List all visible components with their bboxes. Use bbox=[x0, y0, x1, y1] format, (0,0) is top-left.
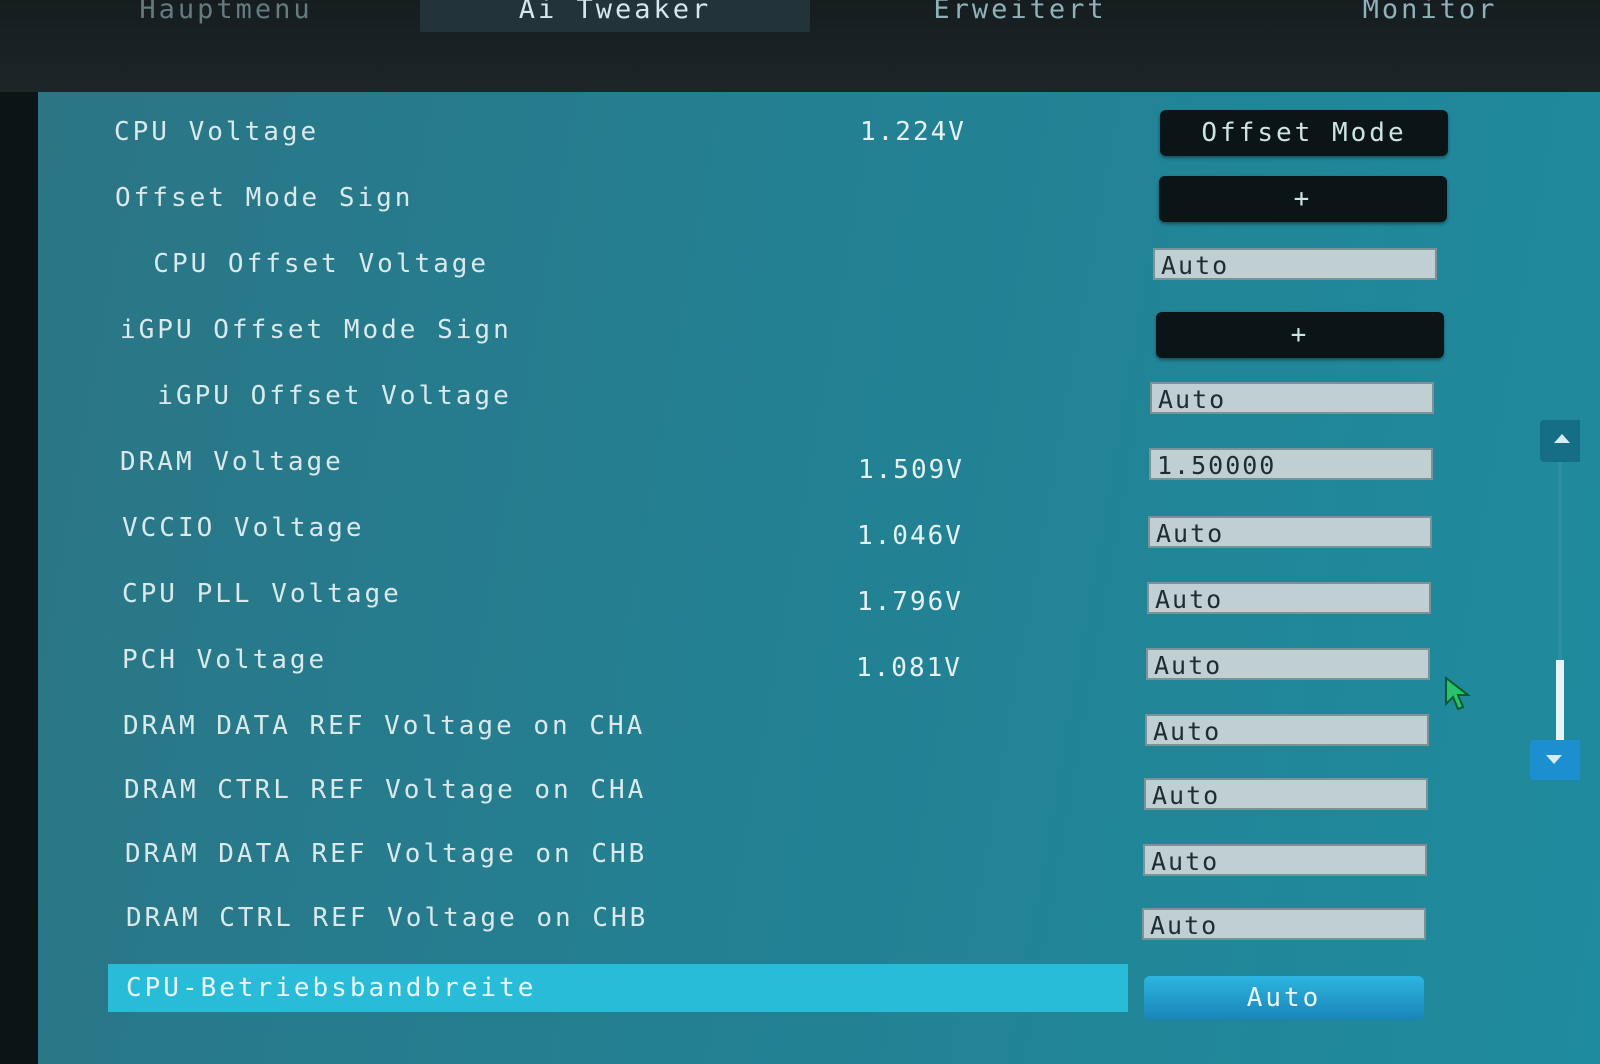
scrollbar-thumb[interactable] bbox=[1556, 660, 1564, 740]
setting-label: VCCIO Voltage bbox=[122, 513, 365, 543]
selected-setting-label: CPU-Betriebsbandbreite bbox=[126, 973, 537, 1003]
tab-bar: Hauptmenü Ai Tweaker Erweitert Monitor bbox=[0, 0, 1600, 92]
setting-row-vccio-voltage[interactable]: VCCIO Voltage 1.046V Auto bbox=[38, 498, 1538, 558]
setting-label: CPU PLL Voltage bbox=[122, 579, 402, 609]
setting-label: DRAM DATA REF Voltage on CHA bbox=[123, 711, 646, 741]
dram-data-ref-chb-field[interactable]: Auto bbox=[1143, 844, 1427, 876]
igpu-offset-sign-button[interactable]: + bbox=[1156, 312, 1444, 358]
setting-row-igpu-offset-voltage[interactable]: iGPU Offset Voltage Auto bbox=[38, 366, 1538, 426]
dram-data-ref-cha-field[interactable]: Auto bbox=[1145, 714, 1429, 746]
cpu-pll-voltage-field[interactable]: Auto bbox=[1147, 582, 1431, 614]
setting-row-pch-voltage[interactable]: PCH Voltage 1.081V Auto bbox=[38, 630, 1538, 690]
cpu-betriebsbandbreite-button[interactable]: Auto bbox=[1144, 976, 1424, 1020]
vccio-voltage-field[interactable]: Auto bbox=[1148, 516, 1432, 548]
cpu-voltage-mode-button[interactable]: Offset Mode bbox=[1160, 110, 1448, 156]
setting-row-dram-voltage[interactable]: DRAM Voltage 1.509V 1.50000 bbox=[38, 432, 1538, 492]
tab-erweitert[interactable]: Erweitert bbox=[900, 0, 1140, 32]
scroll-up-icon[interactable] bbox=[1540, 420, 1580, 462]
current-value: 1.796V bbox=[857, 587, 963, 617]
setting-label: iGPU Offset Mode Sign bbox=[120, 315, 512, 345]
igpu-offset-voltage-field[interactable]: Auto bbox=[1150, 382, 1434, 414]
setting-row-dram-data-ref-chb[interactable]: DRAM DATA REF Voltage on CHB Auto bbox=[38, 824, 1538, 884]
setting-row-igpu-offset-mode-sign[interactable]: iGPU Offset Mode Sign + bbox=[38, 300, 1538, 360]
setting-row-offset-mode-sign[interactable]: Offset Mode Sign + bbox=[38, 168, 1538, 228]
mouse-pointer-icon bbox=[1445, 676, 1471, 711]
dram-voltage-field[interactable]: 1.50000 bbox=[1149, 448, 1433, 480]
cpu-offset-voltage-field[interactable]: Auto bbox=[1153, 248, 1437, 280]
setting-label: iGPU Offset Voltage bbox=[120, 381, 512, 411]
setting-label: CPU Offset Voltage bbox=[116, 249, 490, 279]
current-value: 1.224V bbox=[860, 117, 966, 147]
offset-sign-button[interactable]: + bbox=[1159, 176, 1447, 222]
tab-ai-tweaker[interactable]: Ai Tweaker bbox=[420, 0, 810, 32]
setting-label: DRAM CTRL REF Voltage on CHA bbox=[124, 775, 647, 805]
dram-ctrl-ref-cha-field[interactable]: Auto bbox=[1144, 778, 1428, 810]
setting-label: DRAM DATA REF Voltage on CHB bbox=[125, 839, 648, 869]
setting-row-cpu-voltage[interactable]: CPU Voltage 1.224V Offset Mode bbox=[38, 102, 1538, 162]
setting-label: DRAM CTRL REF Voltage on CHB bbox=[126, 903, 649, 933]
settings-panel: CPU Voltage 1.224V Offset Mode Offset Mo… bbox=[38, 92, 1600, 1064]
scroll-down-icon[interactable] bbox=[1530, 740, 1580, 780]
tab-monitor[interactable]: Monitor bbox=[1340, 0, 1520, 32]
pch-voltage-field[interactable]: Auto bbox=[1146, 648, 1430, 680]
current-value: 1.046V bbox=[857, 521, 963, 551]
setting-row-cpu-pll-voltage[interactable]: CPU PLL Voltage 1.796V Auto bbox=[38, 564, 1538, 624]
tab-hauptmenu[interactable]: Hauptmenü bbox=[96, 0, 356, 32]
setting-row-dram-data-ref-cha[interactable]: DRAM DATA REF Voltage on CHA Auto bbox=[38, 696, 1538, 756]
current-value: 1.081V bbox=[856, 653, 962, 683]
selected-row-highlight[interactable]: CPU-Betriebsbandbreite bbox=[108, 964, 1128, 1012]
setting-row-dram-ctrl-ref-chb[interactable]: DRAM CTRL REF Voltage on CHB Auto bbox=[38, 888, 1538, 948]
setting-label: Offset Mode Sign bbox=[115, 183, 414, 213]
setting-label: CPU Voltage bbox=[114, 117, 320, 147]
current-value: 1.509V bbox=[858, 455, 964, 485]
setting-row-cpu-offset-voltage[interactable]: CPU Offset Voltage Auto bbox=[38, 234, 1538, 294]
setting-label: DRAM Voltage bbox=[120, 447, 344, 477]
setting-row-dram-ctrl-ref-cha[interactable]: DRAM CTRL REF Voltage on CHA Auto bbox=[38, 760, 1538, 820]
dram-ctrl-ref-chb-field[interactable]: Auto bbox=[1142, 908, 1426, 940]
setting-label: PCH Voltage bbox=[122, 645, 328, 675]
